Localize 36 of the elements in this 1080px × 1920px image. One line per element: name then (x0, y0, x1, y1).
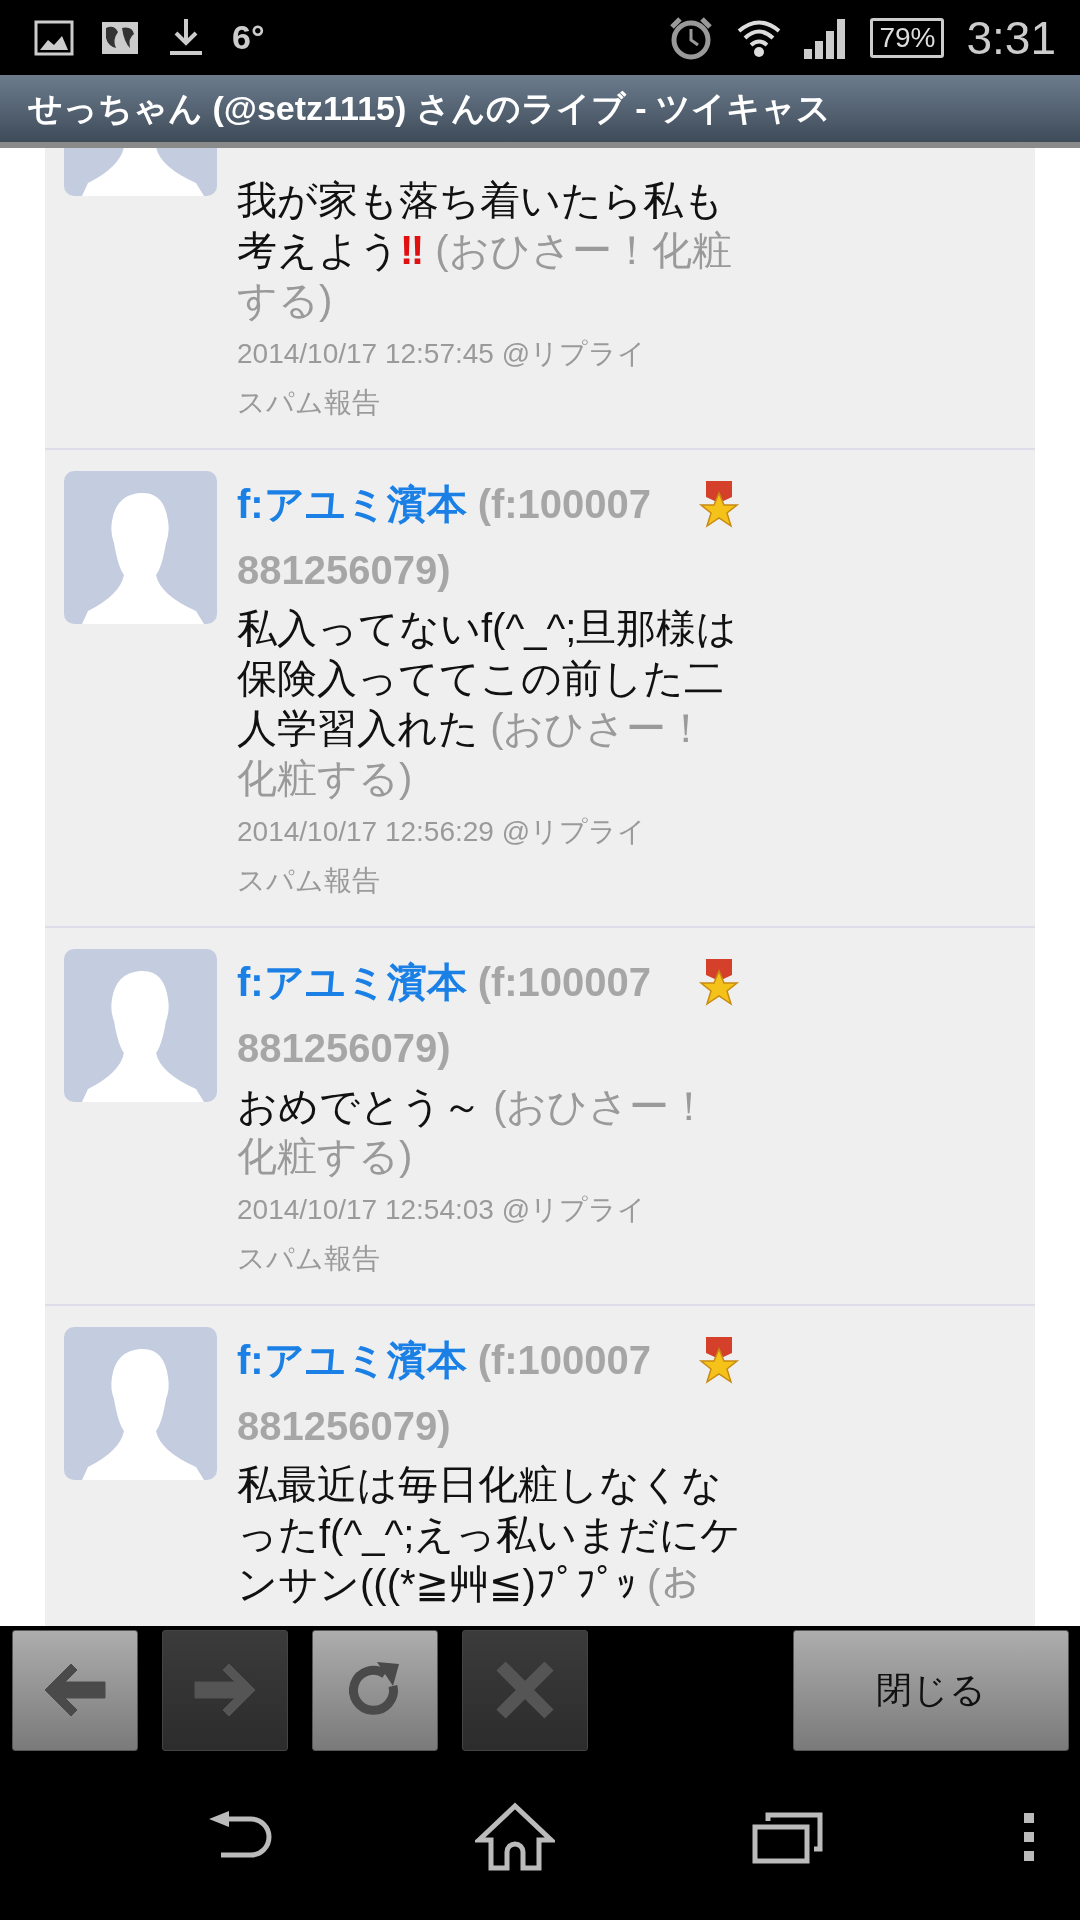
comment-text: 我が家も落ち着いたら私も考えよう‼ (おひさー！化粧する) (237, 177, 733, 324)
user-name-link[interactable]: f:アユミ濱本 (237, 1327, 467, 1393)
clock-text: 3:31 (966, 10, 1056, 65)
reload-button[interactable] (312, 1629, 438, 1751)
reply-link[interactable]: @リプライ (501, 816, 647, 847)
page-title: せっちゃん (@setz1115) さんのライブ - ツイキャス (28, 87, 831, 129)
wifi-icon (736, 17, 783, 58)
user-id-text: 881256079) (237, 1026, 451, 1070)
user-id-text: (f:100007 (477, 481, 652, 528)
avatar-icon (64, 471, 217, 624)
map-icon (100, 19, 140, 56)
comment-text: 私最近は毎日化粧しなくなったf(^_^;えっ私いまだにケンサン(((*≧艸≦)ﾌﾟﾌﾟｯ (お (237, 1461, 742, 1608)
report-spam-link[interactable]: スパム報告 (237, 865, 380, 896)
home-icon[interactable] (474, 1802, 555, 1872)
user-id-text: (f:100007 (477, 959, 652, 1006)
timestamp-text: 2014/10/17 12:56:29 (237, 816, 494, 847)
comment-text: 私入ってないf(^_^;旦那様は保険入っててこの前した二人学習入れた (おひさー！化粧する) (237, 605, 739, 802)
user-id-text: 881256079) (237, 1404, 451, 1448)
avatar-icon (64, 949, 217, 1102)
reply-link[interactable]: @リプライ (501, 1194, 647, 1225)
comment-text: おめでとう～ (おひさー！化粧する) (237, 1083, 711, 1180)
reply-link[interactable]: @リプライ (501, 338, 647, 369)
timestamp-text: 2014/10/17 12:57:45 (237, 338, 494, 369)
back-button[interactable] (12, 1629, 138, 1751)
user-id-text: (f:100007 (477, 1337, 652, 1384)
avatar-icon (64, 1327, 217, 1480)
report-spam-link[interactable]: スパム報告 (237, 1243, 380, 1274)
timestamp-text: 2014/10/17 12:54:03 (237, 1194, 494, 1225)
battery-indicator: 79% (870, 17, 945, 58)
user-name-link[interactable]: f:アユミ濱本 (237, 949, 467, 1015)
report-spam-link[interactable]: スパム報告 (237, 387, 380, 418)
user-id-text: 881256079) (237, 548, 451, 592)
user-name-link[interactable]: f:アユミ濱本 (237, 471, 467, 537)
temperature-text: 6° (232, 18, 265, 57)
picture-icon (34, 19, 74, 56)
close-button[interactable]: 閉じる (793, 1629, 1069, 1751)
